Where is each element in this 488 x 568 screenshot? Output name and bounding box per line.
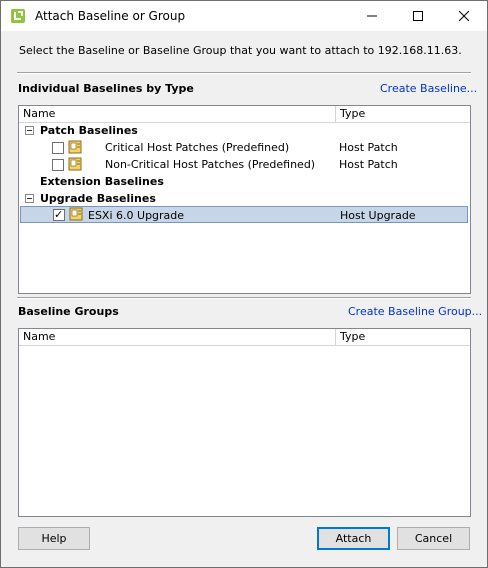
baseline-name: Non-Critical Host Patches (Predefined) <box>105 158 316 171</box>
column-header-type[interactable]: Type <box>336 106 470 122</box>
baseline-checkbox-checked[interactable] <box>53 206 65 223</box>
separator <box>17 297 471 299</box>
baseline-row[interactable]: Non-Critical Host Patches (Predefined) H… <box>19 156 470 173</box>
minimize-button[interactable] <box>349 1 395 31</box>
collapse-toggle[interactable] <box>25 194 34 203</box>
column-header-name[interactable]: Name <box>19 106 336 122</box>
separator <box>17 72 471 74</box>
maximize-icon <box>413 11 423 21</box>
attach-baseline-dialog: Attach Baseline or Group Select the Base… <box>0 0 488 568</box>
column-header-type[interactable]: Type <box>336 329 470 345</box>
baselines-list[interactable]: Name Type Patch Baselines Critical Host … <box>18 105 471 294</box>
individual-baselines-title: Individual Baselines by Type <box>18 82 194 95</box>
help-button[interactable]: Help <box>18 527 90 550</box>
instructions-text: Select the Baseline or Baseline Group th… <box>19 44 462 57</box>
baselines-list-header: Name Type <box>19 106 470 123</box>
window-title: Attach Baseline or Group <box>35 9 186 23</box>
baseline-groups-list-header: Name Type <box>19 329 470 346</box>
group-row-upgrade-baselines[interactable]: Upgrade Baselines <box>19 190 470 207</box>
baseline-type: Host Upgrade <box>340 209 416 222</box>
group-label: Extension Baselines <box>40 175 164 188</box>
column-header-name[interactable]: Name <box>19 329 336 345</box>
cancel-button[interactable]: Cancel <box>397 527 470 550</box>
baseline-type: Host Patch <box>339 141 398 154</box>
baseline-checkbox[interactable] <box>52 142 64 154</box>
baseline-groups-list[interactable]: Name Type <box>18 328 471 517</box>
group-row-patch-baselines[interactable]: Patch Baselines <box>19 122 470 139</box>
create-baseline-group-link[interactable]: Create Baseline Group... <box>348 305 482 318</box>
baseline-name: ESXi 6.0 Upgrade <box>88 209 185 222</box>
close-icon <box>459 11 469 21</box>
baseline-row-selected[interactable]: ESXi 6.0 Upgrade Host Upgrade <box>20 206 468 223</box>
group-row-extension-baselines[interactable]: Extension Baselines <box>19 173 470 190</box>
group-label: Upgrade Baselines <box>40 192 156 205</box>
baseline-checkbox[interactable] <box>52 159 64 171</box>
group-label: Patch Baselines <box>40 124 138 137</box>
maximize-button[interactable] <box>395 1 441 31</box>
baseline-name: Critical Host Patches (Predefined) <box>105 141 290 154</box>
attach-button[interactable]: Attach <box>317 527 390 550</box>
baseline-icon <box>69 207 83 221</box>
collapse-toggle[interactable] <box>25 126 34 135</box>
close-button[interactable] <box>441 1 487 31</box>
baseline-row[interactable]: Critical Host Patches (Predefined) Host … <box>19 139 470 156</box>
create-baseline-link[interactable]: Create Baseline... <box>380 82 477 95</box>
baseline-type: Host Patch <box>339 158 398 171</box>
baseline-icon <box>68 140 82 154</box>
baseline-groups-title: Baseline Groups <box>18 305 119 318</box>
vmware-app-icon <box>11 9 25 23</box>
minimize-icon <box>367 15 377 17</box>
title-bar: Attach Baseline or Group <box>1 1 487 31</box>
baseline-icon <box>68 157 82 171</box>
